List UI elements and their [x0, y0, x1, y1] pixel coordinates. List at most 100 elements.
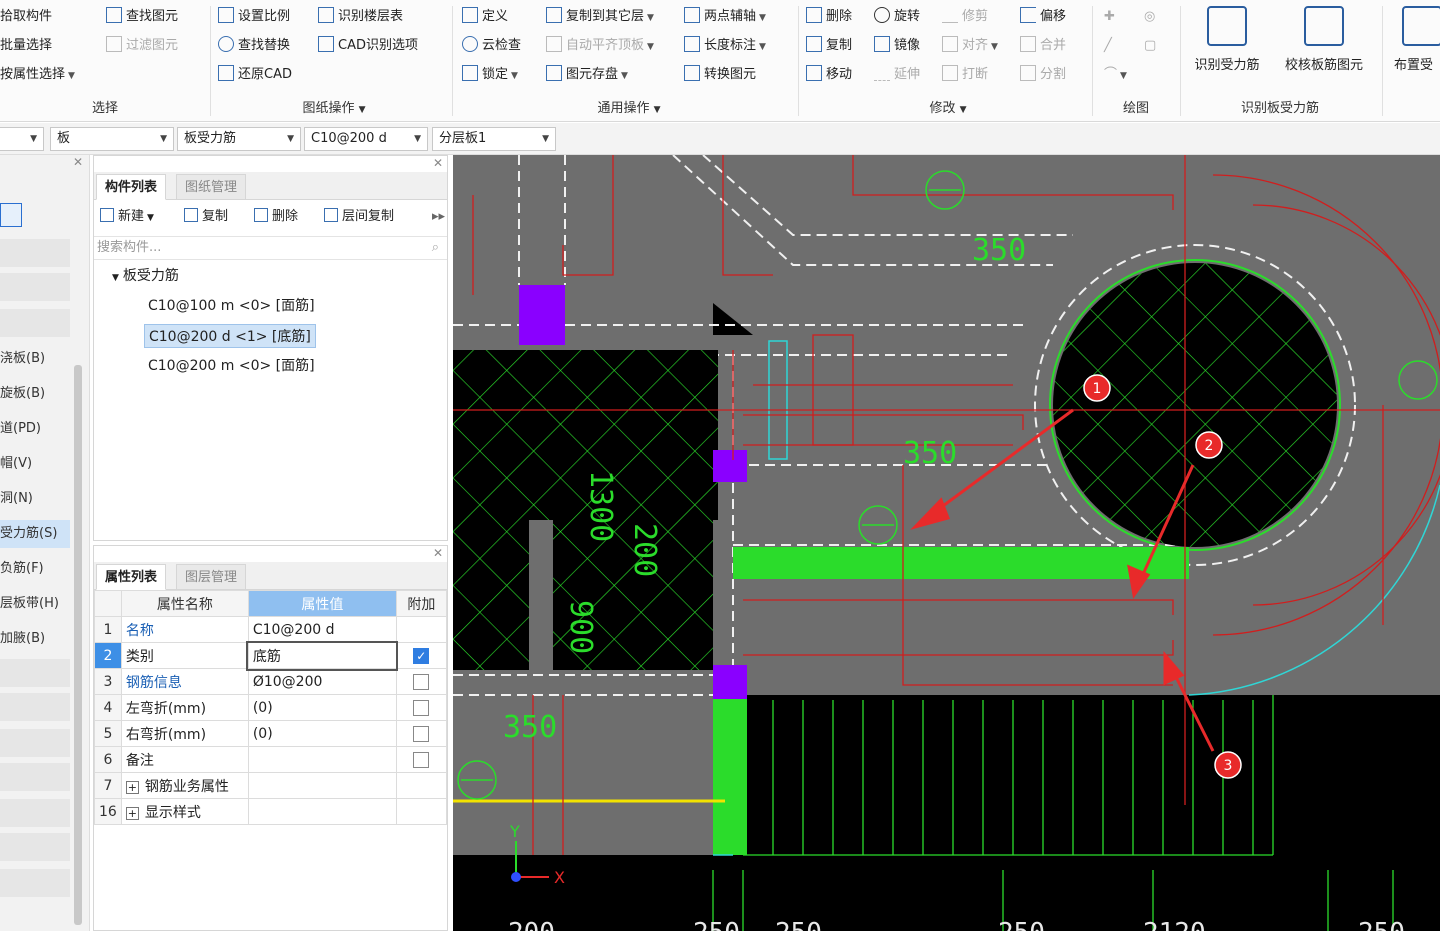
delete-button[interactable]: 删除	[806, 6, 852, 28]
rect-draw-icon[interactable]: ▢	[1144, 35, 1156, 57]
offset-button[interactable]: 偏移	[1020, 6, 1066, 28]
property-value[interactable]: (0)	[247, 694, 397, 721]
break-button[interactable]: 打断	[942, 64, 988, 86]
table-row[interactable]: 7 + 钢筋业务属性	[94, 772, 447, 799]
green-beam[interactable]	[713, 695, 747, 855]
two-point-axis-button[interactable]: 两点辅轴 ▼	[684, 6, 766, 28]
table-row[interactable]: 16 + 显示样式	[94, 798, 447, 825]
tab-drawing-manager[interactable]: 图纸管理	[176, 174, 247, 200]
tree-item[interactable]: C10@200 m <0> [面筋]	[144, 354, 319, 378]
cad-drawing[interactable]: 1300 200 900 350 350 350 200 250 250 250…	[453, 155, 1440, 931]
checkbox[interactable]	[413, 699, 430, 716]
nav-item[interactable]: 负筋(F)	[0, 555, 70, 583]
checkbox[interactable]	[413, 751, 430, 768]
select-by-attr-button[interactable]: 按属性选择 ▼	[0, 64, 75, 86]
point-draw-icon[interactable]: ✚	[1104, 6, 1115, 28]
close-icon[interactable]: ✕	[433, 156, 443, 170]
find-replace-button[interactable]: 查找替换	[218, 35, 290, 57]
nav-item[interactable]: 层板带(H)	[0, 590, 70, 618]
nav-item-blank[interactable]	[0, 833, 70, 861]
property-value[interactable]	[247, 746, 397, 773]
property-value[interactable]	[247, 772, 397, 799]
lock-button[interactable]: 锁定 ▼	[462, 64, 518, 86]
floor-dropdown[interactable]: ▼	[0, 127, 44, 151]
property-value[interactable]: (0)	[247, 720, 397, 747]
tab-property-list[interactable]: 属性列表	[96, 564, 167, 590]
chevron-down-icon[interactable]: ▼	[359, 105, 366, 115]
chevron-down-icon[interactable]: ▼	[654, 105, 661, 115]
expand-icon[interactable]: +	[125, 780, 139, 794]
cad-canvas[interactable]: 1300 200 900 350 350 350 200 250 250 250…	[453, 155, 1440, 931]
batch-select-button[interactable]: 批量选择	[0, 35, 52, 57]
expand-icon[interactable]: +	[125, 806, 139, 820]
checkbox[interactable]	[413, 725, 430, 742]
nav-item-blank[interactable]	[0, 659, 70, 687]
nav-item[interactable]: 受力筋(S)	[0, 520, 70, 548]
nav-item-blank[interactable]	[0, 693, 70, 721]
pick-component-button[interactable]: 拾取构件	[0, 6, 52, 28]
collapse-icon[interactable]: ▼	[112, 273, 119, 283]
property-value[interactable]: Ø10@200	[247, 668, 397, 695]
tree-item[interactable]: C10@200 d <1> [底筋]	[144, 324, 316, 348]
list-view-icon[interactable]	[0, 203, 22, 227]
nav-item[interactable]: 旋板(B)	[0, 380, 70, 408]
nav-item-blank[interactable]	[0, 729, 70, 757]
table-row[interactable]: 5 右弯折(mm) (0)	[94, 720, 447, 747]
align-button[interactable]: 对齐 ▼	[942, 35, 998, 57]
restore-cad-button[interactable]: 还原CAD	[218, 64, 292, 86]
nav-item[interactable]: 帽(V)	[0, 450, 70, 478]
recognize-rebar-button[interactable]: 识别受力筋	[1182, 4, 1272, 84]
close-icon[interactable]: ✕	[73, 155, 83, 169]
tab-component-list[interactable]: 构件列表	[96, 174, 167, 200]
checkbox[interactable]: ✓	[413, 647, 430, 664]
layer-dropdown[interactable]: 分层板1 ▼	[432, 127, 556, 151]
search-icon[interactable]: ⌕	[432, 237, 439, 259]
component-spec-dropdown[interactable]: C10@200 d ▼	[304, 127, 428, 151]
beam-strip[interactable]	[529, 520, 553, 670]
component-type-dropdown[interactable]: 板受力筋 ▼	[177, 127, 301, 151]
nav-item[interactable]: 加腋(B)	[0, 625, 70, 653]
cad-options-button[interactable]: CAD识别选项	[318, 35, 418, 57]
circle-draw-icon[interactable]: ◎	[1144, 6, 1155, 28]
property-value[interactable]: C10@200 d	[247, 616, 397, 643]
copy-button[interactable]: 复制	[806, 35, 852, 57]
tab-layer-manager[interactable]: 图层管理	[176, 564, 247, 590]
convert-element-button[interactable]: 转换图元	[684, 64, 756, 86]
nav-item[interactable]: 道(PD)	[0, 415, 70, 443]
nav-item[interactable]: 洞(N)	[0, 485, 70, 513]
table-row[interactable]: 4 左弯折(mm) (0)	[94, 694, 447, 721]
save-element-button[interactable]: 图元存盘 ▼	[546, 64, 628, 86]
checkbox[interactable]	[413, 673, 430, 690]
cloud-check-button[interactable]: 云检查	[462, 35, 521, 57]
component-kind-dropdown[interactable]: 板 ▼	[50, 127, 174, 151]
merge-button[interactable]: 合并	[1020, 35, 1066, 57]
nav-item-blank[interactable]	[0, 763, 70, 791]
chevron-down-icon[interactable]: ▼	[960, 105, 967, 115]
check-slab-rebar-button[interactable]: 校核板筋图元	[1276, 4, 1372, 84]
set-scale-button[interactable]: 设置比例	[218, 6, 290, 28]
nav-item[interactable]: 浇板(B)	[0, 345, 70, 373]
extend-button[interactable]: 延伸	[874, 64, 920, 86]
recognize-floor-table-button[interactable]: 识别楼层表	[318, 6, 403, 28]
table-row[interactable]: 1 名称 C10@200 d	[94, 616, 447, 643]
close-icon[interactable]: ✕	[433, 546, 443, 560]
nav-item-blank[interactable]	[0, 239, 70, 267]
delete-component-button[interactable]: 删除	[254, 206, 298, 228]
find-element-button[interactable]: 查找图元	[106, 6, 178, 28]
split-button[interactable]: 分割	[1020, 64, 1066, 86]
floor-copy-button[interactable]: 层间复制	[324, 206, 394, 228]
copy-component-button[interactable]: 复制	[184, 206, 228, 228]
selected-rebar-strip[interactable]	[733, 547, 1189, 579]
trim-button[interactable]: 修剪	[942, 6, 988, 28]
nav-item-blank[interactable]	[0, 273, 70, 301]
property-value[interactable]: 底筋	[246, 640, 399, 671]
new-component-button[interactable]: 新建 ▼	[100, 206, 154, 228]
tree-item[interactable]: C10@100 m <0> [面筋]	[144, 294, 319, 318]
layout-rebar-button[interactable]: 布置受	[1388, 4, 1440, 84]
rotate-button[interactable]: 旋转	[874, 6, 920, 28]
tree-root[interactable]: ▼ 板受力筋	[108, 264, 183, 288]
nav-item-blank[interactable]	[0, 799, 70, 827]
nav-item-blank[interactable]	[0, 869, 70, 897]
search-component-input[interactable]: 搜索构件... ⌕	[94, 236, 447, 260]
table-row[interactable]: 3 钢筋信息 Ø10@200	[94, 668, 447, 695]
